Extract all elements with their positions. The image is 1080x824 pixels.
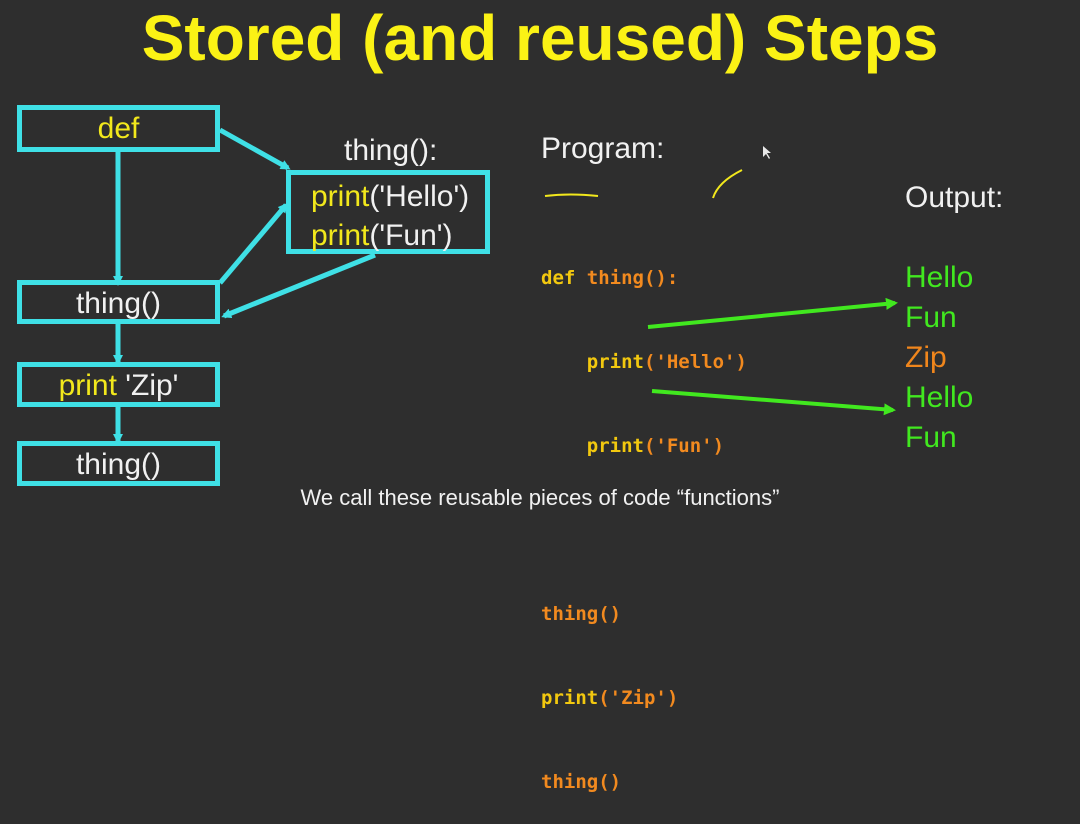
- output-line-5: Fun: [905, 421, 957, 454]
- annotation-tick: [712, 169, 743, 199]
- def-box: def: [17, 105, 220, 152]
- program-label: Program:: [541, 132, 665, 165]
- code-keyword: def: [541, 267, 587, 289]
- output-line-4: Hello: [905, 381, 974, 414]
- output-line-3: Zip: [905, 341, 947, 374]
- print-zip-box-label: print 'Zip': [22, 369, 215, 403]
- output-line-1: Hello: [905, 261, 974, 294]
- code-keyword: print: [541, 687, 599, 709]
- print-zip-box: print 'Zip': [17, 362, 220, 407]
- annotation-underline: [544, 193, 599, 197]
- func-body-line-1: print('Hello'): [311, 180, 485, 214]
- func-body-line-2-keyword: print: [311, 219, 370, 252]
- code-line: thing(): [541, 600, 747, 628]
- func-body-line-1-keyword: print: [311, 180, 370, 213]
- print-zip-arg: 'Zip': [116, 369, 179, 402]
- code-rest: ('Zip'): [598, 687, 679, 709]
- func-body-line-2-arg: ('Fun'): [369, 219, 453, 252]
- code-line: print('Hello'): [541, 348, 747, 376]
- code-rest: thing(): [541, 603, 622, 625]
- def-box-label: def: [97, 112, 140, 145]
- call-box-2: thing(): [17, 441, 220, 486]
- func-body-line-1-arg: ('Hello'): [369, 180, 470, 213]
- call-box-1: thing(): [17, 280, 220, 324]
- call-box-2-label: thing(): [75, 448, 162, 481]
- cursor-icon: [763, 146, 771, 159]
- code-rest: ('Fun'): [643, 435, 725, 457]
- func-name-label: thing():: [344, 134, 438, 167]
- code-line: print('Fun'): [541, 432, 747, 460]
- print-zip-keyword: print: [58, 369, 117, 402]
- code-rest: thing(): [541, 771, 622, 793]
- slide-caption: We call these reusable pieces of code “f…: [300, 485, 780, 510]
- code-rest: thing():: [586, 267, 679, 289]
- code-keyword: print: [586, 351, 644, 373]
- code-rest: ('Hello'): [643, 351, 747, 373]
- call-box-1-label: thing(): [75, 287, 162, 320]
- code-line: print('Zip'): [541, 684, 747, 712]
- output-label: Output:: [905, 181, 1004, 214]
- arrow-func-to-call1: [221, 252, 376, 319]
- arrow-call1-to-func: [218, 202, 288, 285]
- program-code: def thing(): print('Hello') print('Fun')…: [541, 208, 747, 824]
- func-body-line-2: print('Fun'): [311, 219, 485, 253]
- arrow-def-to-func: [218, 127, 291, 171]
- code-keyword: print: [586, 435, 644, 457]
- code-line: def thing():: [541, 264, 747, 292]
- code-line: thing(): [541, 768, 747, 796]
- func-body-box: print('Hello') print('Fun'): [286, 170, 490, 254]
- output-line-2: Fun: [905, 301, 957, 334]
